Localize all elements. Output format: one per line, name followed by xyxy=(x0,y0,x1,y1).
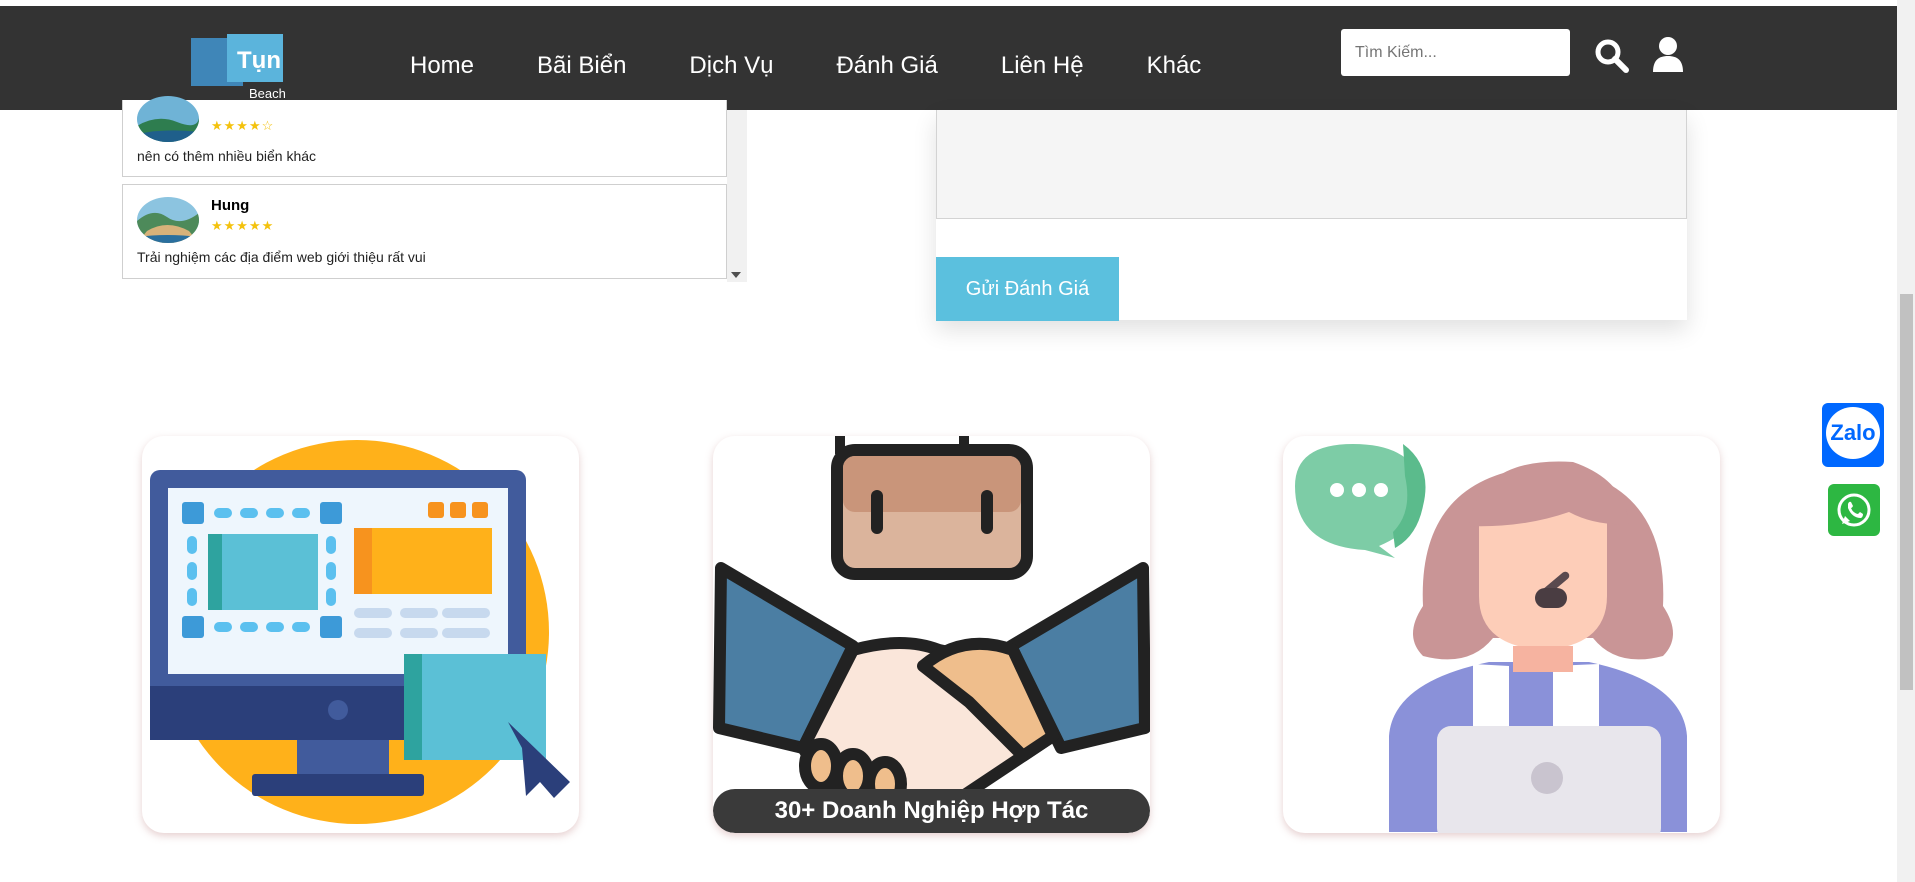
page-scroll-thumb[interactable] xyxy=(1900,294,1913,690)
site-logo[interactable]: Tụn Beach xyxy=(191,32,287,102)
review-avatar xyxy=(137,96,199,142)
nav-services[interactable]: Dịch Vụ xyxy=(689,46,773,86)
review-text: Trải nghiệm các địa điểm web giới thiệu … xyxy=(137,249,426,265)
feature-card-web[interactable] xyxy=(142,436,579,833)
nav-reviews[interactable]: Đánh Giá xyxy=(836,46,937,86)
review-item: ★★★★☆ nên có thêm nhiều biển khác xyxy=(122,96,727,177)
search-icon[interactable] xyxy=(1594,38,1630,74)
zalo-label: Zalo xyxy=(1830,420,1876,445)
review-item: Hung ★★★★★ Trải nghiệm các địa điểm web … xyxy=(122,184,727,279)
reviews-scrollbar[interactable] xyxy=(727,110,747,282)
whatsapp-icon[interactable] xyxy=(1828,484,1880,536)
scroll-down-arrow[interactable] xyxy=(731,272,741,278)
review-author: Hung xyxy=(211,197,250,214)
review-textarea[interactable] xyxy=(936,110,1687,219)
nav-home[interactable]: Home xyxy=(410,46,474,86)
review-stars: ★★★★☆ xyxy=(211,118,275,133)
nav-beaches[interactable]: Bãi Biển xyxy=(537,46,626,86)
search-input[interactable] xyxy=(1341,29,1570,76)
nav-other[interactable]: Khác xyxy=(1147,46,1202,86)
web-design-illustration xyxy=(150,440,570,824)
customer-support-illustration xyxy=(1295,444,1687,833)
feature-card-support[interactable] xyxy=(1283,436,1720,833)
svg-text:Tụn: Tụn xyxy=(237,47,281,74)
partners-caption: 30+ Doanh Nghiệp Hợp Tác xyxy=(713,789,1150,833)
handshake-illustration xyxy=(713,436,1150,812)
review-avatar xyxy=(137,197,199,243)
review-text: nên có thêm nhiều biển khác xyxy=(137,148,317,164)
user-icon[interactable] xyxy=(1651,36,1685,74)
main-nav: Home Bãi Biển Dịch Vụ Đánh Giá Liên Hệ K… xyxy=(410,46,1264,86)
feature-card-partners[interactable]: 30+ Doanh Nghiệp Hợp Tác xyxy=(713,436,1150,833)
submit-review-button[interactable]: Gửi Đánh Giá xyxy=(936,257,1119,321)
zalo-icon[interactable]: Zalo xyxy=(1822,403,1884,467)
nav-contact[interactable]: Liên Hệ xyxy=(1001,46,1084,86)
svg-text:Beach: Beach xyxy=(249,86,286,101)
review-stars: ★★★★★ xyxy=(211,218,275,233)
